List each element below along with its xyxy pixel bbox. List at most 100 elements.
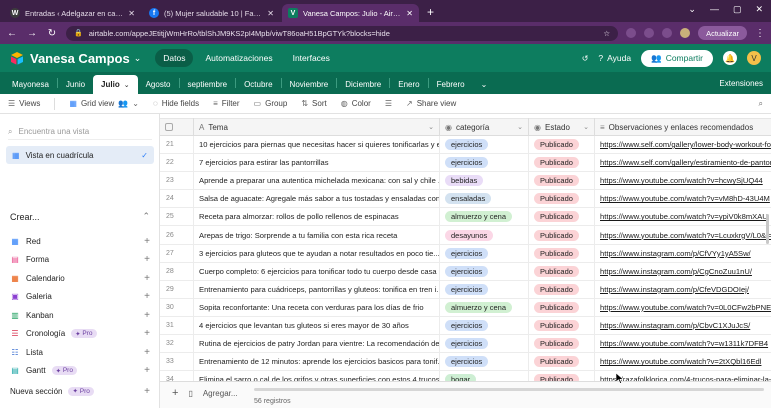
create-view-galeria[interactable]: ▣ Galeria + <box>10 288 150 307</box>
extension-icon[interactable] <box>644 28 655 38</box>
cell-observaciones[interactable]: https://www.instagram.com/p/CfeVDGDOIej/ <box>595 281 771 298</box>
close-icon[interactable]: ✕ <box>128 9 135 18</box>
cell-tema[interactable]: 7 ejercicios para estirar las pantorrill… <box>194 154 440 172</box>
recommended-link[interactable]: https://www.youtube.com/watch?v=LcuxkrgV… <box>600 231 771 240</box>
table-tab-septiembre[interactable]: septiembre <box>180 75 236 94</box>
recommended-link[interactable]: https://www.youtube.com/watch?v=hcwySjUQ… <box>600 176 763 185</box>
cell-tema[interactable]: Entrenamiento de 12 minutos: aprende los… <box>194 353 440 371</box>
plus-icon[interactable]: + <box>144 236 150 247</box>
cell-tema[interactable]: Arepas de trigo: Sorprende a tu familia … <box>194 226 440 244</box>
browser-tab-wordpress[interactable]: W Entradas ‹ Adelgazar en casa — ✕ <box>4 4 141 22</box>
close-window-icon[interactable]: ✕ <box>755 4 763 15</box>
cell-tema[interactable]: 4 ejercicios que levantan tus gluteos si… <box>194 316 440 335</box>
cell-categoria[interactable]: ejercicios <box>440 262 529 280</box>
recommended-link[interactable]: https://www.instagram.com/p/CfVYy1yA5Sw/ <box>600 249 751 258</box>
chevron-down-icon[interactable]: ⌄ <box>428 123 434 131</box>
table-tab-agosto[interactable]: Agosto <box>138 75 179 94</box>
recommended-link[interactable]: https://www.youtube.com/watch?v=0L0CFw2b… <box>600 303 771 312</box>
create-view-calendario[interactable]: ▦ Calendario + <box>10 269 150 288</box>
cell-observaciones[interactable]: https://www.instagram.com/p/CgCnoZuu1nU/ <box>595 263 771 280</box>
search-icon[interactable]: ⌕ <box>759 99 763 109</box>
cell-categoria[interactable]: ejercicios <box>440 280 529 298</box>
add-record-button[interactable]: + ▯ Agregar... <box>172 387 238 399</box>
cell-estado[interactable]: Publicado <box>529 262 595 280</box>
table-tab-octubre[interactable]: Octubre <box>236 75 280 94</box>
table-row[interactable]: 32 Rutina de ejercicios de patry Jordan p… <box>160 335 771 354</box>
recommended-link[interactable]: https://www.youtube.com/watch?v=w1311k7D… <box>600 339 768 348</box>
cell-estado[interactable]: Publicado <box>529 316 595 335</box>
extension-icon[interactable] <box>626 28 637 38</box>
cell-categoria[interactable]: almuerzo y cena <box>440 298 529 316</box>
search-input[interactable]: Encuentra una vista <box>18 127 89 136</box>
recommended-link[interactable]: https://www.instagram.com/p/CbvC1XJuJcS/ <box>600 321 750 330</box>
cell-estado[interactable]: Publicado <box>529 298 595 316</box>
column-header-tema[interactable]: A Tema ⌄ <box>194 118 440 136</box>
plus-icon[interactable]: + <box>144 328 150 339</box>
cell-estado[interactable]: Publicado <box>529 190 595 208</box>
table-tab-mayonesa[interactable]: Mayonesa <box>4 75 57 94</box>
cell-tema[interactable]: 10 ejercicios para piernas que necesitas… <box>194 136 440 154</box>
more-tables-icon[interactable]: ⌄ <box>473 75 496 94</box>
browser-tab-facebook[interactable]: f (5) Mujer saludable 10 | Facebook ✕ <box>143 4 280 22</box>
column-header-observaciones[interactable]: ≡ Observaciones y enlaces recomendados <box>595 118 771 136</box>
cell-categoria[interactable]: ensaladas <box>440 190 529 208</box>
cell-estado[interactable]: Publicado <box>529 226 595 244</box>
table-row[interactable]: 24 Salsa de aguacate: Agregale más sabor … <box>160 190 771 209</box>
table-row[interactable]: 33 Entrenamiento de 12 minutos: aprende l… <box>160 353 771 372</box>
minimize-icon[interactable]: — <box>710 4 719 15</box>
select-all-checkbox[interactable] <box>160 118 194 136</box>
cell-categoria[interactable]: ejercicios <box>440 335 529 353</box>
column-header-estado[interactable]: ◉ Estado ⌄ <box>529 118 595 136</box>
table-row[interactable]: 31 4 ejercicios que levantan tus gluteos … <box>160 316 771 336</box>
browser-tab-airtable[interactable]: V Vanesa Campos: Julio - Airtable ✕ <box>282 4 419 22</box>
plus-icon[interactable]: + <box>144 291 150 302</box>
back-icon[interactable]: ← <box>6 28 18 39</box>
table-tab-diciembre[interactable]: Diciembre <box>337 75 389 94</box>
table-tab-febrero[interactable]: Febrero <box>429 75 473 94</box>
chevron-down-icon[interactable]: ⌄ <box>134 53 142 64</box>
group-button[interactable]: ▭ Group <box>254 99 288 108</box>
star-icon[interactable]: ☆ <box>603 29 610 38</box>
cell-observaciones[interactable]: https://www.youtube.com/watch?v=0L0CFw2b… <box>595 299 771 316</box>
nav-interfaces[interactable]: Interfaces <box>285 49 338 67</box>
plus-icon[interactable]: + <box>144 254 150 265</box>
cell-estado[interactable]: Publicado <box>529 280 595 298</box>
recommended-link[interactable]: https://www.youtube.com/watch?v=2tXQbl16… <box>600 357 761 366</box>
create-view-gantt[interactable]: ▤ Gantt ✦ Pro + <box>10 362 150 381</box>
cell-categoria[interactable]: ejercicios <box>440 244 529 262</box>
view-search[interactable]: ⌕ Encuentra una vista <box>8 124 152 140</box>
cell-categoria[interactable]: almuerzo y cena <box>440 208 529 226</box>
cell-tema[interactable]: Salsa de aguacate: Agregale más sabor a … <box>194 190 440 208</box>
help-button[interactable]: ? Ayuda <box>598 53 631 63</box>
cell-estado[interactable]: Publicado <box>529 136 595 154</box>
plus-icon[interactable]: + <box>144 347 150 358</box>
cell-observaciones[interactable]: https://www.youtube.com/watch?v=2tXQbl16… <box>595 353 771 370</box>
create-section-header[interactable]: Crear... ⌃ <box>10 211 150 222</box>
cell-observaciones[interactable]: https://www.youtube.com/watch?v=hcwySjUQ… <box>595 172 771 189</box>
recommended-link[interactable]: https://www.instagram.com/p/CgCnoZuu1nU/ <box>600 267 752 276</box>
table-tab-julio[interactable]: Julio ⌄ <box>93 75 138 94</box>
table-row[interactable]: 30 Sopita reconfortante: Una receta con v… <box>160 298 771 317</box>
close-icon[interactable]: ✕ <box>267 9 274 18</box>
cell-estado[interactable]: Publicado <box>529 154 595 172</box>
cell-estado[interactable]: Publicado <box>529 244 595 262</box>
extensions-button[interactable]: Extensiones <box>711 79 771 88</box>
cell-observaciones[interactable]: https://www.youtube.com/watch?v=w1311k7D… <box>595 335 771 352</box>
maximize-icon[interactable]: ▢ <box>733 4 742 15</box>
close-icon[interactable]: ✕ <box>406 9 413 18</box>
notifications-icon[interactable]: 🔔 <box>723 51 737 65</box>
cell-categoria[interactable]: ejercicios <box>440 316 529 335</box>
share-button[interactable]: 👥 Compartir <box>641 49 713 67</box>
sort-button[interactable]: ⇅ Sort <box>301 99 326 108</box>
chevron-down-icon[interactable]: ⌄ <box>124 81 130 89</box>
cell-observaciones[interactable]: https://www.youtube.com/watch?v=ypiV0k8m… <box>595 208 771 225</box>
cell-observaciones[interactable]: https://www.youtube.com/watch?v=vM8hD-43… <box>595 190 771 207</box>
plus-icon[interactable]: + <box>144 310 150 321</box>
cell-estado[interactable]: Publicado <box>529 353 595 371</box>
plus-icon[interactable]: + <box>144 386 150 397</box>
new-tab-icon[interactable]: + <box>427 5 434 19</box>
table-tab-junio[interactable]: Junio <box>58 75 93 94</box>
cell-estado[interactable]: Publicado <box>529 208 595 226</box>
avatar[interactable]: V <box>747 51 761 65</box>
cell-tema[interactable]: Cuerpo completo: 6 ejercicios para tonif… <box>194 262 440 280</box>
